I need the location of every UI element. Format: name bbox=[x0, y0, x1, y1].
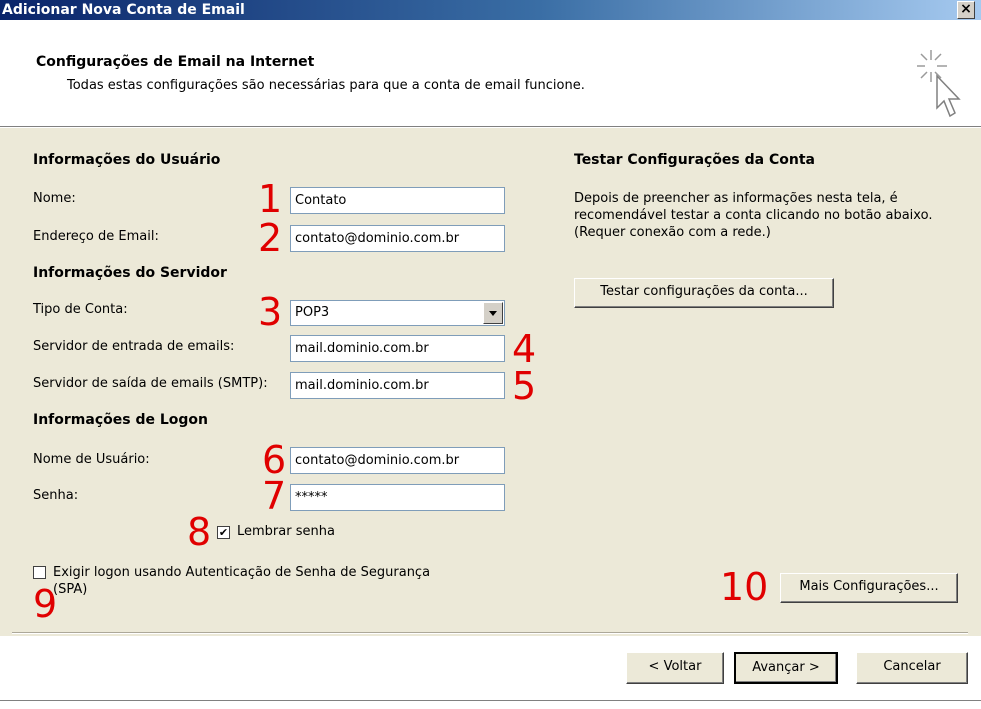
remember-password-checkbox[interactable]: ✔ bbox=[217, 526, 230, 539]
account-type-value: POP3 bbox=[295, 305, 330, 320]
page-heading: Configurações de Email na Internet bbox=[36, 54, 315, 70]
spa-label-line2: (SPA) bbox=[53, 582, 88, 597]
chevron-down-icon[interactable] bbox=[483, 302, 503, 324]
more-settings-button[interactable]: Mais Configurações... bbox=[780, 573, 958, 603]
cursor-sparkle-icon bbox=[917, 50, 961, 118]
spa-checkbox[interactable] bbox=[33, 566, 46, 579]
annotation-marker-9: 9 bbox=[33, 582, 58, 626]
test-settings-button[interactable]: Testar configurações da conta... bbox=[574, 278, 834, 308]
annotation-marker-5: 5 bbox=[512, 364, 537, 408]
cancel-button[interactable]: Cancelar bbox=[856, 652, 968, 684]
name-field[interactable]: Contato bbox=[290, 187, 505, 214]
annotation-marker-8: 8 bbox=[187, 510, 212, 554]
spa-label: Exigir logon usando Autenticação de Senh… bbox=[53, 565, 431, 580]
password-field[interactable]: ***** bbox=[290, 484, 505, 511]
name-label: Nome: bbox=[33, 191, 76, 206]
test-desc-line2: recomendável testar a conta clicando no … bbox=[574, 208, 933, 223]
bottom-edge bbox=[0, 700, 981, 709]
annotation-marker-2: 2 bbox=[258, 216, 283, 260]
user-info-title: Informações do Usuário bbox=[33, 152, 221, 168]
incoming-server-field[interactable]: mail.dominio.com.br bbox=[290, 335, 505, 362]
email-label: Endereço de Email: bbox=[33, 229, 159, 244]
test-settings-title: Testar Configurações da Conta bbox=[574, 152, 815, 168]
server-info-title: Informações do Servidor bbox=[33, 265, 227, 281]
outgoing-server-field[interactable]: mail.dominio.com.br bbox=[290, 372, 505, 399]
account-type-label: Tipo de Conta: bbox=[33, 302, 128, 317]
annotation-marker-10: 10 bbox=[720, 565, 769, 609]
email-field[interactable]: contato@dominio.com.br bbox=[290, 225, 505, 252]
password-label: Senha: bbox=[33, 488, 79, 503]
back-button[interactable]: < Voltar bbox=[626, 652, 724, 684]
page-subheading: Todas estas configurações são necessária… bbox=[67, 78, 585, 93]
footer-divider bbox=[12, 632, 968, 634]
close-button[interactable]: × bbox=[957, 1, 975, 19]
remember-password-label: Lembrar senha bbox=[237, 524, 335, 539]
incoming-server-label: Servidor de entrada de emails: bbox=[33, 339, 235, 354]
logon-info-title: Informações de Logon bbox=[33, 412, 208, 428]
annotation-marker-1: 1 bbox=[258, 177, 283, 221]
window-title: Adicionar Nova Conta de Email bbox=[2, 2, 245, 18]
account-type-select[interactable]: POP3 bbox=[290, 300, 505, 326]
username-label: Nome de Usuário: bbox=[33, 452, 150, 467]
wizard-header: Configurações de Email na Internet Todas… bbox=[0, 20, 981, 126]
annotation-marker-3: 3 bbox=[258, 290, 283, 334]
username-field[interactable]: contato@dominio.com.br bbox=[290, 447, 505, 474]
annotation-marker-7: 7 bbox=[262, 474, 287, 518]
test-desc-line1: Depois de preencher as informações nesta… bbox=[574, 191, 898, 206]
annotation-marker-4: 4 bbox=[512, 327, 537, 371]
next-button[interactable]: Avançar > bbox=[734, 652, 838, 684]
title-bar: Adicionar Nova Conta de Email × bbox=[0, 0, 981, 20]
outgoing-server-label: Servidor de saída de emails (SMTP): bbox=[33, 376, 268, 391]
test-desc-line3: (Requer conexão com a rede.) bbox=[574, 225, 771, 240]
